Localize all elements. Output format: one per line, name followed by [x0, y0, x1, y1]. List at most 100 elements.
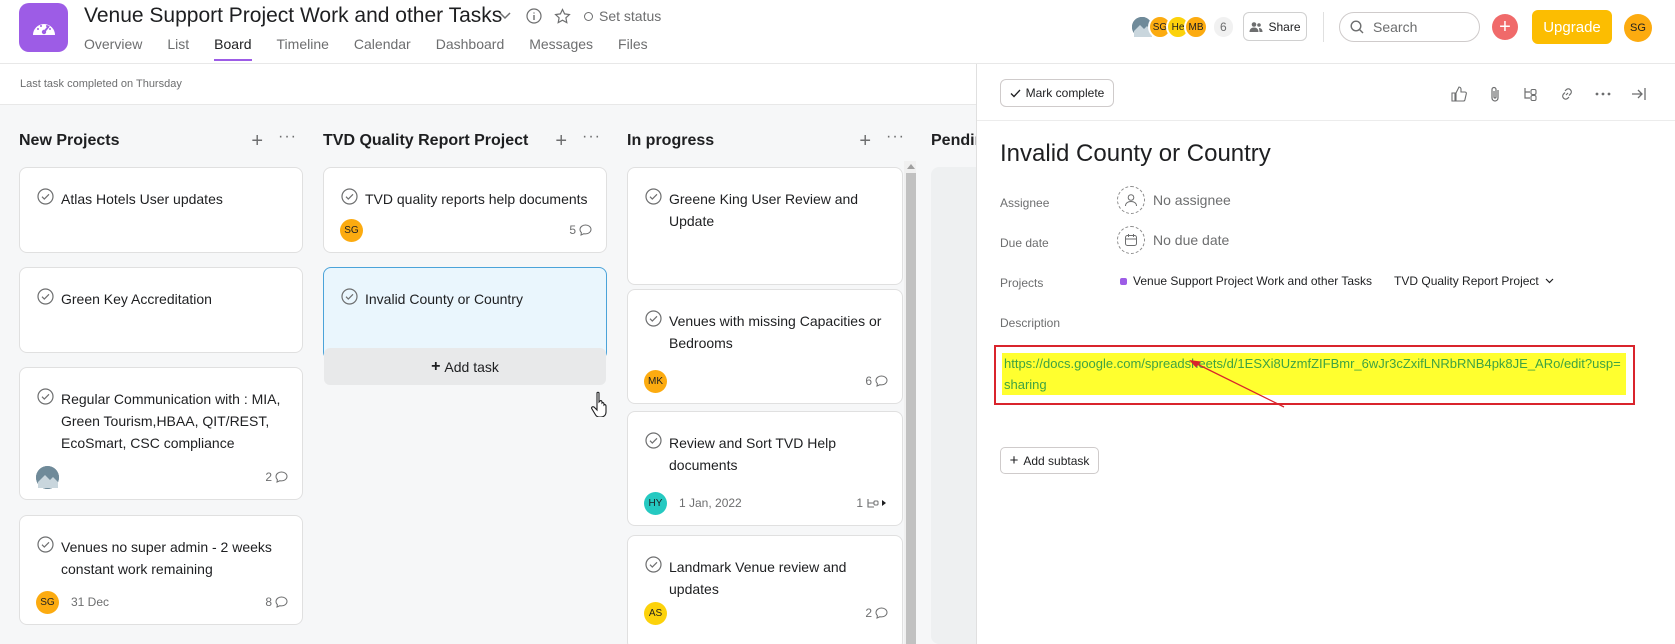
comment-icon: [275, 596, 288, 608]
task-card[interactable]: Venues no super admin - 2 weeks constant…: [19, 515, 303, 625]
avatar[interactable]: SG: [340, 218, 363, 242]
description-link[interactable]: https://docs.google.com/spreadsheets/d/1…: [1002, 353, 1626, 395]
due-date[interactable]: 31 Dec: [71, 595, 109, 609]
add-task-button[interactable]: + Add task: [324, 348, 606, 385]
close-panel-icon[interactable]: [1629, 84, 1649, 104]
more-options-icon[interactable]: ···: [582, 128, 601, 146]
check-circle-icon[interactable]: [37, 288, 54, 305]
chevron-down-icon[interactable]: [495, 6, 515, 26]
check-circle-icon[interactable]: [37, 536, 54, 553]
search-input[interactable]: Search: [1339, 12, 1480, 42]
avatar[interactable]: SG: [36, 590, 59, 614]
calendar-icon: [1117, 226, 1145, 254]
project-icon[interactable]: [19, 3, 68, 52]
task-card[interactable]: Landmark Venue review and updates AS 2: [627, 535, 903, 644]
info-icon[interactable]: [524, 6, 544, 26]
avatar: MB: [1184, 15, 1208, 39]
card-footer: AS 2: [644, 601, 888, 625]
link-icon[interactable]: [1557, 84, 1577, 104]
tab-timeline[interactable]: Timeline: [277, 36, 329, 61]
column-title: TVD Quality Report Project: [323, 132, 529, 149]
status-ring-icon: [584, 11, 593, 21]
upgrade-button[interactable]: Upgrade: [1532, 10, 1612, 44]
set-status-label: Set status: [599, 8, 662, 24]
task-card-selected[interactable]: Invalid County or Country: [323, 267, 607, 360]
more-options-icon[interactable]: ···: [886, 128, 905, 146]
more-options-icon[interactable]: [1593, 84, 1613, 104]
check-circle-icon[interactable]: [341, 188, 358, 205]
tab-list[interactable]: List: [167, 36, 189, 61]
check-circle-icon[interactable]: [645, 188, 662, 205]
tab-files[interactable]: Files: [618, 36, 648, 61]
card-footer: HY 1 Jan, 2022 1: [644, 491, 888, 515]
task-card[interactable]: Review and Sort TVD Help documents HY 1 …: [627, 411, 903, 526]
due-date[interactable]: 1 Jan, 2022: [679, 496, 742, 510]
task-detail-panel: Mark complete Invalid County or Country …: [976, 64, 1675, 644]
add-subtask-button[interactable]: + Add subtask: [1000, 447, 1099, 474]
add-task-icon[interactable]: +: [555, 130, 567, 153]
avatar[interactable]: HY: [644, 491, 667, 515]
quick-add-button[interactable]: +: [1492, 14, 1518, 40]
check-circle-icon[interactable]: [341, 288, 358, 305]
set-status-button[interactable]: Set status: [584, 8, 661, 24]
check-circle-icon[interactable]: [37, 188, 54, 205]
tab-dashboard[interactable]: Dashboard: [436, 36, 505, 61]
task-title[interactable]: Invalid County or Country: [1000, 140, 1271, 168]
scroll-up-icon[interactable]: [906, 163, 916, 170]
divider: [1323, 12, 1324, 42]
scrollbar-thumb[interactable]: [906, 173, 916, 644]
board-column: In progress + ··· Greene King User Revie…: [627, 105, 911, 644]
task-card[interactable]: Regular Communication with : MIA, Green …: [19, 367, 303, 500]
like-icon[interactable]: [1449, 84, 1469, 104]
task-card[interactable]: TVD quality reports help documents SG 5: [323, 167, 607, 253]
comment-count[interactable]: 6: [865, 374, 888, 388]
comment-count[interactable]: 8: [265, 595, 288, 609]
member-avatars[interactable]: SG He MB 6: [1130, 15, 1233, 39]
check-circle-icon[interactable]: [37, 388, 54, 405]
tab-calendar[interactable]: Calendar: [354, 36, 411, 61]
assignee-field[interactable]: No assignee: [1117, 186, 1231, 214]
tab-messages[interactable]: Messages: [529, 36, 593, 61]
column-header: TVD Quality Report Project + ···: [323, 128, 607, 154]
description-label: Description: [1000, 316, 1061, 330]
check-circle-icon[interactable]: [645, 556, 662, 573]
section-dropdown[interactable]: TVD Quality Report Project: [1394, 274, 1554, 288]
comment-count[interactable]: 5: [569, 223, 592, 237]
due-date-field[interactable]: No due date: [1117, 226, 1229, 254]
add-task-icon[interactable]: +: [251, 130, 263, 153]
task-card[interactable]: Greene King User Review and Update: [627, 167, 903, 285]
task-name: Regular Communication with : MIA, Green …: [61, 391, 281, 451]
member-count: 6: [1214, 17, 1233, 37]
share-button[interactable]: Share: [1243, 12, 1307, 41]
task-card[interactable]: Green Key Accreditation: [19, 267, 303, 353]
star-icon[interactable]: [552, 6, 572, 26]
tab-board[interactable]: Board: [214, 36, 252, 61]
subtask-icon[interactable]: [1521, 84, 1541, 104]
column-header: New Projects + ···: [19, 128, 303, 154]
check-circle-icon[interactable]: [645, 310, 662, 327]
column-title: In progress: [627, 132, 715, 149]
top-header: Venue Support Project Work and other Tas…: [0, 0, 1675, 64]
comment-count[interactable]: 2: [265, 470, 288, 484]
project-tag[interactable]: Venue Support Project Work and other Tas…: [1120, 274, 1372, 288]
comment-count[interactable]: 2: [865, 606, 888, 620]
add-task-icon[interactable]: +: [859, 130, 871, 153]
comment-icon: [875, 375, 888, 387]
check-circle-icon[interactable]: [645, 432, 662, 449]
avatar[interactable]: [36, 465, 59, 489]
more-options-icon[interactable]: ···: [278, 128, 297, 146]
avatar[interactable]: MK: [644, 369, 667, 393]
project-name: Venue Support Project Work and other Tas…: [1133, 274, 1373, 288]
task-card[interactable]: Venues with missing Capacities or Bedroo…: [627, 289, 903, 404]
user-avatar[interactable]: SG: [1624, 14, 1652, 42]
subtask-count[interactable]: 1: [856, 496, 888, 510]
attachment-icon[interactable]: [1485, 84, 1505, 104]
annotation-highlight-box: https://docs.google.com/spreadsheets/d/1…: [994, 345, 1635, 405]
avatar[interactable]: AS: [644, 601, 667, 625]
project-title[interactable]: Venue Support Project Work and other Tas…: [84, 4, 502, 28]
task-card[interactable]: Atlas Hotels User updates: [19, 167, 303, 253]
tab-overview[interactable]: Overview: [84, 36, 142, 61]
plus-icon: +: [431, 357, 441, 375]
board: New Projects + ··· Atlas Hotels User upd…: [0, 105, 976, 644]
mark-complete-button[interactable]: Mark complete: [1000, 79, 1114, 107]
